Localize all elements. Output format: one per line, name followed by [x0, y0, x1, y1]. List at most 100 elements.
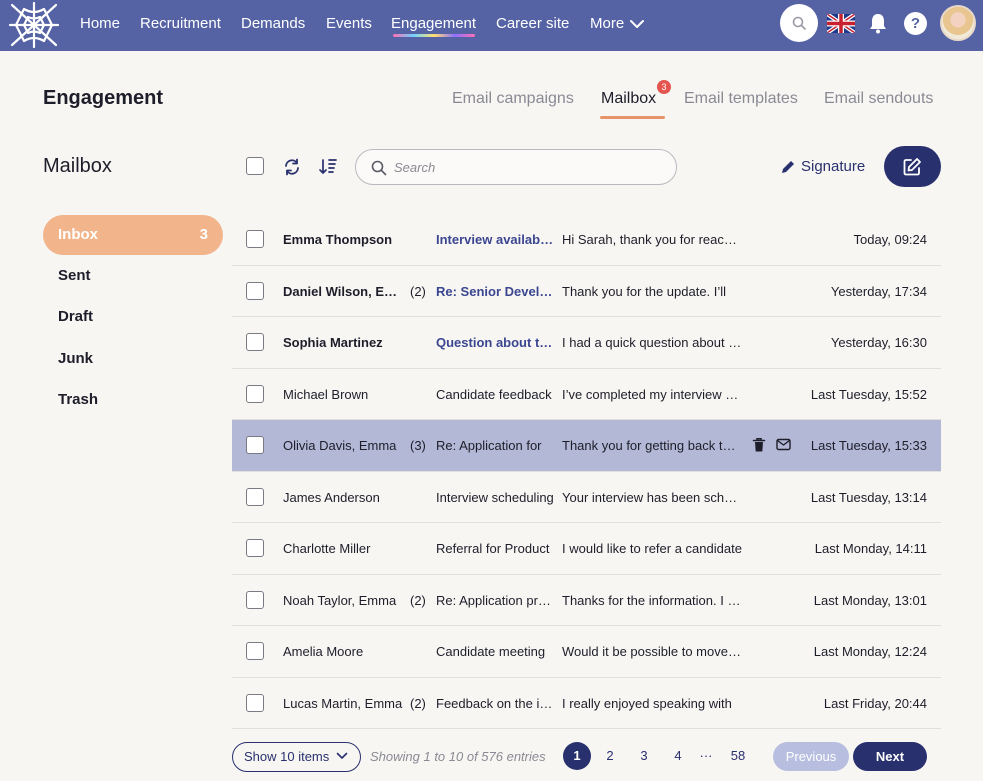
- page-ellipsis: ···: [699, 748, 713, 763]
- email-preview: I really enjoyed speaking with: [562, 695, 732, 711]
- email-subject: Question about the role: [436, 335, 554, 350]
- help-button[interactable]: ?: [904, 12, 927, 35]
- folder-label: Trash: [58, 391, 99, 408]
- next-button[interactable]: Next: [853, 742, 927, 771]
- email-subject: Candidate feedback: [436, 386, 552, 402]
- tab-active-underline: [600, 116, 665, 119]
- email-row[interactable]: Daniel Wilson, Emma (2) Re: Senior Devel…: [232, 266, 941, 317]
- folder-trash[interactable]: Trash: [43, 380, 223, 420]
- email-row[interactable]: Sophia Martinez Question about the role …: [232, 317, 941, 369]
- trash-icon[interactable]: [752, 437, 766, 453]
- thread-count: (2): [410, 592, 426, 608]
- nav-career-site[interactable]: Career site: [496, 15, 569, 33]
- row-checkbox[interactable]: [246, 436, 264, 454]
- page-title: Engagement: [43, 87, 164, 109]
- inbox-count: 3: [199, 226, 208, 243]
- email-subject: Interview availability: [436, 232, 554, 247]
- search-input[interactable]: [394, 158, 664, 176]
- nav-home[interactable]: Home: [80, 15, 120, 33]
- tab-email-sendouts[interactable]: Email sendouts: [824, 90, 933, 108]
- email-row[interactable]: Emma Thompson Interview availability Hi …: [232, 214, 941, 266]
- bell-icon[interactable]: [866, 11, 890, 35]
- global-search-button[interactable]: [780, 4, 818, 42]
- email-date: Yesterday, 16:30: [830, 335, 927, 350]
- email-row[interactable]: Noah Taylor, Emma (2) Re: Application pr…: [232, 575, 941, 626]
- row-checkbox[interactable]: [246, 333, 264, 351]
- email-preview: I had a quick question about the: [562, 335, 742, 350]
- row-checkbox[interactable]: [246, 539, 264, 557]
- compose-icon: [903, 158, 921, 176]
- row-checkbox[interactable]: [246, 693, 264, 712]
- email-date: Today, 09:24: [853, 232, 927, 247]
- mailbox-title: Mailbox: [43, 155, 112, 177]
- spiderweb-logo-icon[interactable]: [8, 1, 60, 49]
- row-checkbox[interactable]: [246, 384, 264, 403]
- email-sender: Sophia Martinez: [283, 335, 383, 350]
- email-preview: Thank you for getting back to me: [562, 438, 742, 453]
- folder-label: Draft: [58, 308, 94, 325]
- folder-draft[interactable]: Draft: [43, 297, 223, 337]
- page-2-button[interactable]: 2: [596, 742, 624, 770]
- email-date: Last Monday, 12:24: [813, 644, 927, 659]
- tab-email-campaigns[interactable]: Email campaigns: [452, 90, 574, 108]
- search-icon: [792, 16, 806, 30]
- email-sender: Michael Brown: [283, 386, 369, 402]
- chevron-down-icon[interactable]: [628, 17, 646, 31]
- email-sender: Charlotte Miller: [283, 541, 371, 556]
- email-row[interactable]: Olivia Davis, Emma (3) Re: Application f…: [232, 420, 941, 472]
- sort-icon[interactable]: [318, 158, 338, 176]
- email-subject: Re: Senior Developer: [436, 283, 554, 299]
- nav-events[interactable]: Events: [326, 15, 372, 33]
- search-field[interactable]: [355, 149, 677, 185]
- email-preview: Thank you for the update. I’ll: [562, 283, 727, 299]
- row-checkbox[interactable]: [246, 642, 264, 660]
- envelope-icon[interactable]: [776, 438, 791, 451]
- thread-count: (2): [410, 283, 426, 299]
- uk-flag-icon[interactable]: [827, 14, 855, 33]
- nav-more[interactable]: More: [590, 15, 624, 33]
- row-checkbox[interactable]: [246, 281, 264, 300]
- email-date: Last Tuesday, 13:14: [810, 489, 927, 505]
- signature-label: Signature: [801, 158, 866, 175]
- folder-sent[interactable]: Sent: [43, 256, 223, 296]
- email-date: Last Tuesday, 15:33: [810, 438, 927, 453]
- email-preview: Thanks for the information. I will: [562, 592, 742, 608]
- folder-junk[interactable]: Junk: [43, 339, 223, 379]
- email-date: Last Monday, 13:01: [813, 592, 927, 608]
- row-checkbox[interactable]: [246, 230, 264, 248]
- row-actions: [752, 437, 792, 453]
- tab-mailbox[interactable]: Mailbox: [601, 90, 656, 108]
- email-sender: Lucas Martin, Emma: [283, 695, 403, 711]
- thread-count: (3): [410, 438, 426, 453]
- nav-engagement[interactable]: Engagement: [391, 15, 476, 33]
- email-preview: Would it be possible to move the: [562, 644, 742, 659]
- row-checkbox[interactable]: [246, 487, 264, 506]
- avatar[interactable]: [940, 5, 976, 41]
- row-checkbox[interactable]: [246, 590, 264, 609]
- email-sender: James Anderson: [283, 489, 380, 505]
- folder-inbox[interactable]: Inbox 3: [43, 215, 223, 255]
- top-navigation: Home Recruitment Demands Events Engageme…: [0, 0, 983, 51]
- page-4-button[interactable]: 4: [664, 742, 692, 770]
- folder-label: Junk: [58, 350, 94, 367]
- nav-demands[interactable]: Demands: [241, 15, 305, 33]
- email-sender: Olivia Davis, Emma: [283, 438, 397, 453]
- page-58-button[interactable]: 58: [724, 742, 752, 770]
- mailbox-unread-badge: 3: [657, 80, 671, 94]
- page-3-button[interactable]: 3: [630, 742, 658, 770]
- email-subject: Feedback on the interview: [436, 695, 554, 711]
- tab-email-templates[interactable]: Email templates: [684, 90, 798, 108]
- email-row[interactable]: Charlotte Miller Referral for Product I …: [232, 523, 941, 575]
- email-row[interactable]: Lucas Martin, Emma (2) Feedback on the i…: [232, 678, 941, 729]
- email-row[interactable]: Amelia Moore Candidate meeting Would it …: [232, 626, 941, 678]
- page-1-button[interactable]: 1: [563, 742, 591, 770]
- refresh-icon[interactable]: [283, 158, 301, 176]
- email-row[interactable]: James Anderson Interview scheduling Your…: [232, 472, 941, 523]
- compose-button[interactable]: [884, 146, 941, 187]
- email-row[interactable]: Michael Brown Candidate feedback I’ve co…: [232, 369, 941, 420]
- page-size-select[interactable]: Show 10 items: [232, 742, 361, 772]
- select-all-checkbox[interactable]: [246, 157, 264, 175]
- nav-recruitment[interactable]: Recruitment: [140, 15, 221, 33]
- email-list: Emma Thompson Interview availability Hi …: [232, 214, 941, 729]
- previous-button[interactable]: Previous: [773, 742, 849, 771]
